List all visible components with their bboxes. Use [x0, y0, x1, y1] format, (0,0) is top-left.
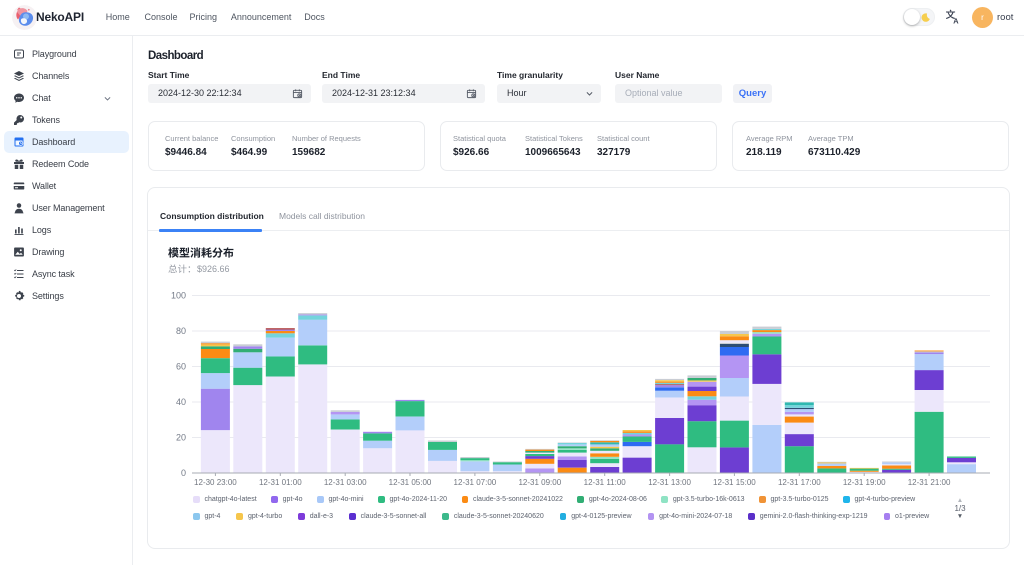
svg-text:12-31 07:00: 12-31 07:00	[454, 478, 497, 487]
svg-text:12-31 09:00: 12-31 09:00	[518, 478, 561, 487]
svg-text:12-31 15:00: 12-31 15:00	[713, 478, 756, 487]
svg-text:12-31 03:00: 12-31 03:00	[324, 478, 367, 487]
svg-text:12-31 13:00: 12-31 13:00	[648, 478, 691, 487]
svg-text:80: 80	[176, 326, 186, 336]
svg-text:12-31 21:00: 12-31 21:00	[908, 478, 951, 487]
svg-text:12-31 01:00: 12-31 01:00	[259, 478, 302, 487]
svg-text:12-31 11:00: 12-31 11:00	[584, 478, 627, 487]
svg-text:40: 40	[176, 397, 186, 407]
svg-text:60: 60	[176, 362, 186, 372]
svg-text:12-31 05:00: 12-31 05:00	[389, 478, 432, 487]
svg-text:100: 100	[171, 291, 186, 301]
svg-text:12-31 19:00: 12-31 19:00	[843, 478, 886, 487]
svg-text:12-31 17:00: 12-31 17:00	[778, 478, 821, 487]
svg-text:12-30 23:00: 12-30 23:00	[194, 478, 237, 487]
svg-text:0: 0	[181, 468, 186, 478]
svg-text:20: 20	[176, 433, 186, 443]
